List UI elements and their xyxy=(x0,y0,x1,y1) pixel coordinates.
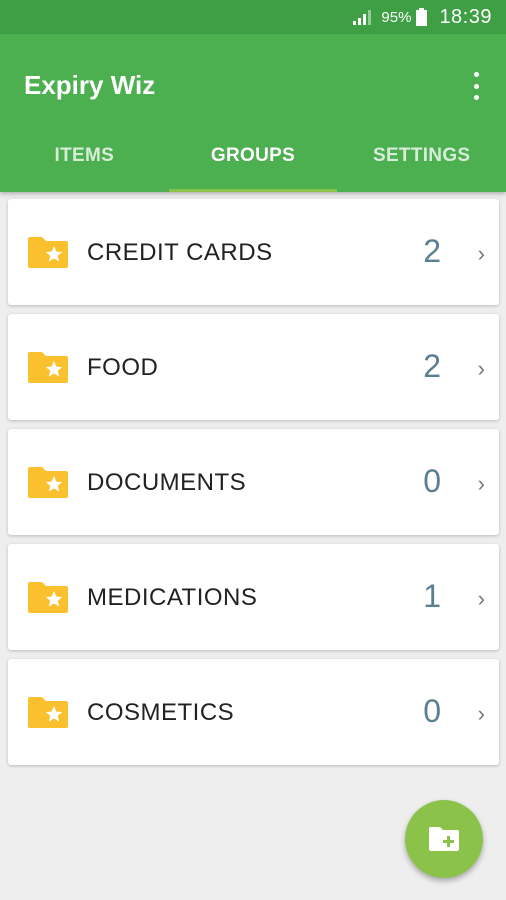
group-count: 2 xyxy=(423,233,441,269)
group-name: COSMETICS xyxy=(87,699,235,726)
star-folder-icon xyxy=(28,582,68,613)
group-name: CREDIT CARDS xyxy=(87,239,273,266)
chevron-right-icon: › xyxy=(477,356,485,381)
chevron-right-icon: › xyxy=(477,701,485,726)
battery-percentage: 95% xyxy=(381,8,412,26)
group-count: 0 xyxy=(423,693,441,729)
chevron-right-icon: › xyxy=(477,586,485,611)
group-name: DOCUMENTS xyxy=(87,469,247,496)
more-vert-icon[interactable] xyxy=(468,72,484,100)
star-folder-icon xyxy=(28,352,68,383)
app-bar: Expiry Wiz ITEMS GROUPS SETTINGS xyxy=(0,34,506,192)
star-folder-icon xyxy=(28,697,68,728)
chevron-right-icon: › xyxy=(477,471,485,496)
status-bar: 95% 18:39 xyxy=(0,0,506,34)
battery-icon xyxy=(416,8,428,26)
signal-icon xyxy=(353,10,372,25)
star-folder-icon xyxy=(28,237,68,268)
chevron-right-icon: › xyxy=(477,241,485,266)
group-row-medications[interactable]: MEDICATIONS 1 › xyxy=(8,544,499,650)
tab-bar: ITEMS GROUPS SETTINGS xyxy=(0,134,506,192)
tab-settings[interactable]: SETTINGS xyxy=(337,134,506,192)
group-row-credit-cards[interactable]: CREDIT CARDS 2 › xyxy=(8,199,499,305)
tab-items[interactable]: ITEMS xyxy=(0,134,169,192)
group-name: MEDICATIONS xyxy=(87,584,258,611)
group-name: FOOD xyxy=(87,354,159,381)
app-title: Expiry Wiz xyxy=(24,70,156,100)
group-row-documents[interactable]: DOCUMENTS 0 › xyxy=(8,429,499,535)
status-time: 18:39 xyxy=(439,5,492,28)
group-count: 0 xyxy=(423,463,441,499)
add-folder-icon xyxy=(429,827,459,851)
group-row-food[interactable]: FOOD 2 › xyxy=(8,314,499,420)
group-count: 2 xyxy=(423,348,441,384)
group-count: 1 xyxy=(423,578,441,614)
group-row-cosmetics[interactable]: COSMETICS 0 › xyxy=(8,659,499,765)
group-list: CREDIT CARDS 2 › FOOD 2 › DOCUMENTS 0 › … xyxy=(8,199,499,774)
tab-groups[interactable]: GROUPS xyxy=(168,134,338,192)
add-group-button[interactable] xyxy=(405,800,483,878)
star-folder-icon xyxy=(28,467,68,498)
